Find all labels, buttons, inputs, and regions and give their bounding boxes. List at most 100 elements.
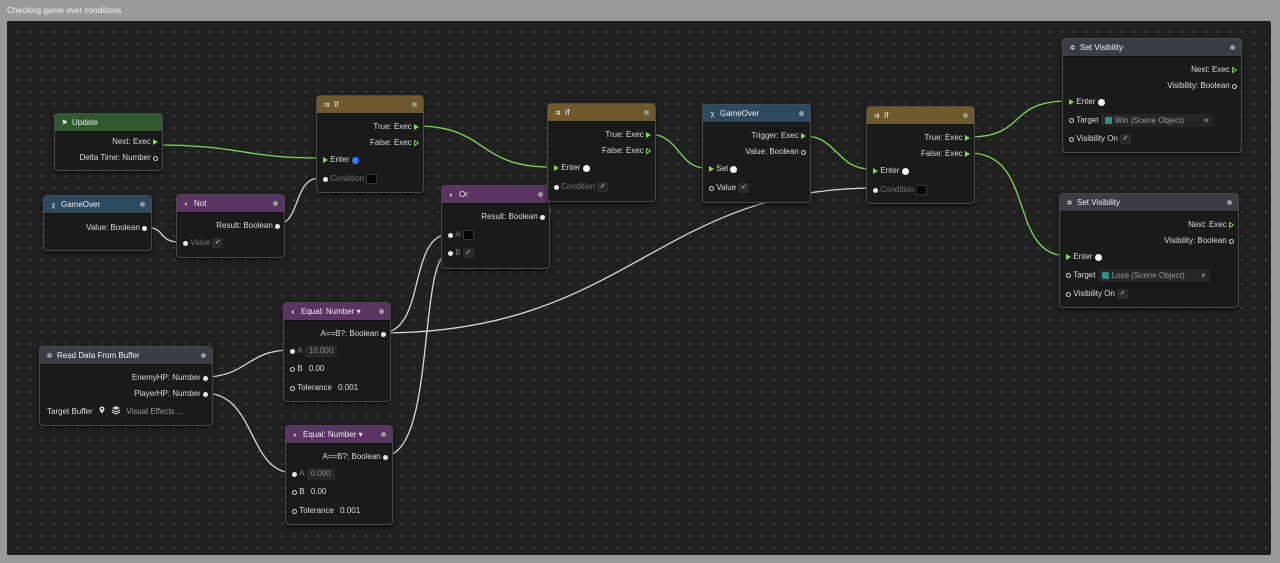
equal2-header[interactable]: ◐ Equal: Number ▾ xyxy=(286,426,392,444)
or-node-header[interactable]: ◐ Or xyxy=(442,186,549,204)
not-node[interactable]: ◐ Not Result: Boolean Value ✓ xyxy=(176,194,285,258)
equal-number-node-2[interactable]: ◐ Equal: Number ▾ A==B?: Boolean A 0.000 … xyxy=(285,425,393,525)
data-input-pin[interactable] xyxy=(292,471,297,477)
set-visibility-lose-node[interactable]: ✲ Set Visibility Next: Exec Visibility: B… xyxy=(1059,193,1239,308)
data-input-pin[interactable] xyxy=(292,489,297,495)
clear-icon[interactable]: × xyxy=(1204,114,1209,127)
data-input-pin[interactable] xyxy=(709,185,714,191)
exec-output-pin[interactable] xyxy=(646,148,651,154)
data-input-pin[interactable] xyxy=(873,187,878,193)
visibility-checkbox[interactable]: ✓ xyxy=(1120,134,1132,144)
exec-input-pin[interactable] xyxy=(554,165,559,171)
tolerance-field[interactable]: 0.001 xyxy=(340,506,360,515)
condition-checkbox[interactable]: ✓ xyxy=(597,182,609,192)
data-output-pin[interactable] xyxy=(383,454,388,460)
exec-input-pin[interactable] xyxy=(873,168,878,174)
if-node-3-header[interactable]: ⇉ If xyxy=(867,107,974,125)
exec-output-pin[interactable] xyxy=(414,124,419,130)
data-input-pin[interactable] xyxy=(448,232,453,238)
data-input-pin[interactable] xyxy=(323,176,328,182)
breakpoint-pin[interactable] xyxy=(1094,253,1102,261)
location-pin-icon[interactable] xyxy=(99,406,105,418)
condition-checkbox[interactable] xyxy=(916,185,928,195)
if-node-2[interactable]: ⇉ If True: Exec False: Exec Enter Conditi… xyxy=(547,103,656,202)
update-node[interactable]: ⚑ Update Next: Exec Delta Time: Number xyxy=(54,113,163,171)
target-object-field[interactable]: Win (Scene Object) × xyxy=(1100,114,1213,127)
data-output-pin[interactable] xyxy=(153,155,158,161)
exec-input-pin[interactable] xyxy=(1069,99,1074,105)
if-node-2-header[interactable]: ⇉ If xyxy=(548,104,655,122)
data-input-pin[interactable] xyxy=(554,184,559,190)
if2-true-exec: True: Exec xyxy=(605,129,651,141)
exec-output-pin[interactable] xyxy=(153,139,158,145)
value-checkbox[interactable]: ✓ xyxy=(212,238,224,248)
set-visibility-win-header[interactable]: ✲ Set Visibility xyxy=(1063,39,1241,57)
read-buffer-header[interactable]: ✲ Read Data From Buffer xyxy=(40,347,212,365)
data-input-pin[interactable] xyxy=(292,508,297,514)
data-input-pin[interactable] xyxy=(448,250,453,256)
if-node-1[interactable]: ⇉ If True: Exec False: Exec Enter Conditi… xyxy=(316,95,424,193)
a-value-field[interactable]: 10.000 xyxy=(304,345,338,357)
data-output-pin[interactable] xyxy=(1232,83,1237,89)
breakpoint-pin[interactable] xyxy=(1097,98,1105,106)
or-node[interactable]: ◐ Or Result: Boolean A B ✓ xyxy=(441,185,550,269)
data-input-pin[interactable] xyxy=(183,240,188,246)
data-output-pin[interactable] xyxy=(203,375,208,381)
breakpoint-pin[interactable] xyxy=(901,167,909,175)
clear-icon[interactable]: × xyxy=(1201,269,1206,282)
exec-output-pin[interactable] xyxy=(965,135,970,141)
target-buffer-field[interactable]: Visual Effects ... xyxy=(126,407,183,416)
gameover-get-header[interactable]: χ GameOver xyxy=(44,196,151,214)
update-node-header[interactable]: ⚑ Update xyxy=(55,114,162,132)
equal1-header[interactable]: ◐ Equal: Number ▾ xyxy=(284,303,390,321)
exec-input-pin[interactable] xyxy=(323,157,328,163)
read-data-from-buffer-node[interactable]: ✲ Read Data From Buffer EnemyHP: Number P… xyxy=(39,346,213,426)
set-visibility-lose-header[interactable]: ✲ Set Visibility xyxy=(1060,194,1238,212)
graph-canvas[interactable]: ⚑ Update Next: Exec Delta Time: Number χG… xyxy=(7,21,1271,555)
exec-output-pin[interactable] xyxy=(965,151,970,157)
data-input-pin[interactable] xyxy=(290,366,295,372)
data-input-pin[interactable] xyxy=(290,385,295,391)
a-checkbox[interactable] xyxy=(462,230,474,240)
breakpoint-pin[interactable] xyxy=(730,165,738,173)
data-output-pin[interactable] xyxy=(203,391,208,397)
data-input-pin[interactable] xyxy=(1069,136,1074,142)
if-node-3[interactable]: ⇉ If True: Exec False: Exec Enter Conditi… xyxy=(866,106,975,204)
not-node-header[interactable]: ◐ Not xyxy=(177,195,284,213)
data-input-pin[interactable] xyxy=(1066,273,1071,278)
data-output-pin[interactable] xyxy=(275,223,280,229)
equal-number-node-1[interactable]: ◐ Equal: Number ▾ A==B?: Boolean A 10.000… xyxy=(283,302,391,402)
data-input-pin[interactable] xyxy=(1066,291,1071,297)
target-object-field[interactable]: Lose (Scene Object) × xyxy=(1097,269,1210,282)
exec-output-pin[interactable] xyxy=(801,133,806,139)
gameover-set-node[interactable]: χ GameOver Trigger: Exec Value: Boolean S… xyxy=(702,104,811,203)
condition-checkbox[interactable] xyxy=(366,174,378,184)
data-output-pin[interactable] xyxy=(540,214,545,220)
exec-output-pin[interactable] xyxy=(1232,67,1237,73)
b-checkbox[interactable]: ✓ xyxy=(462,248,474,258)
data-output-pin[interactable] xyxy=(381,331,386,337)
exec-input-pin[interactable] xyxy=(709,166,714,172)
value-checkbox[interactable]: ✓ xyxy=(738,183,750,193)
visibility-checkbox[interactable]: ✓ xyxy=(1117,289,1129,299)
data-output-pin[interactable] xyxy=(801,149,806,155)
data-output-pin[interactable] xyxy=(1229,238,1234,244)
set-visibility-win-node[interactable]: ✲ Set Visibility Next: Exec Visibility: B… xyxy=(1062,38,1242,153)
a-value-field[interactable]: 0.000 xyxy=(306,468,335,480)
data-output-pin[interactable] xyxy=(142,225,147,231)
gameover-get-node[interactable]: χ GameOver Value: Boolean xyxy=(43,195,152,251)
breakpoint-pin[interactable] xyxy=(351,156,359,164)
tolerance-field[interactable]: 0.001 xyxy=(338,383,358,392)
data-input-pin[interactable] xyxy=(1069,118,1074,123)
gameover-set-header[interactable]: χ GameOver xyxy=(703,105,810,123)
exec-input-pin[interactable] xyxy=(1066,254,1071,260)
exec-output-pin[interactable] xyxy=(414,140,419,146)
b-value-field[interactable]: 0.00 xyxy=(311,487,327,496)
breakpoint-pin[interactable] xyxy=(582,164,590,172)
b-value-field[interactable]: 0.00 xyxy=(309,364,325,373)
data-input-pin[interactable] xyxy=(290,348,295,354)
exec-output-pin[interactable] xyxy=(1229,222,1234,228)
if-node-1-header[interactable]: ⇉ If xyxy=(317,96,423,114)
equal1-b: B 0.00 xyxy=(290,363,324,375)
exec-output-pin[interactable] xyxy=(646,132,651,138)
